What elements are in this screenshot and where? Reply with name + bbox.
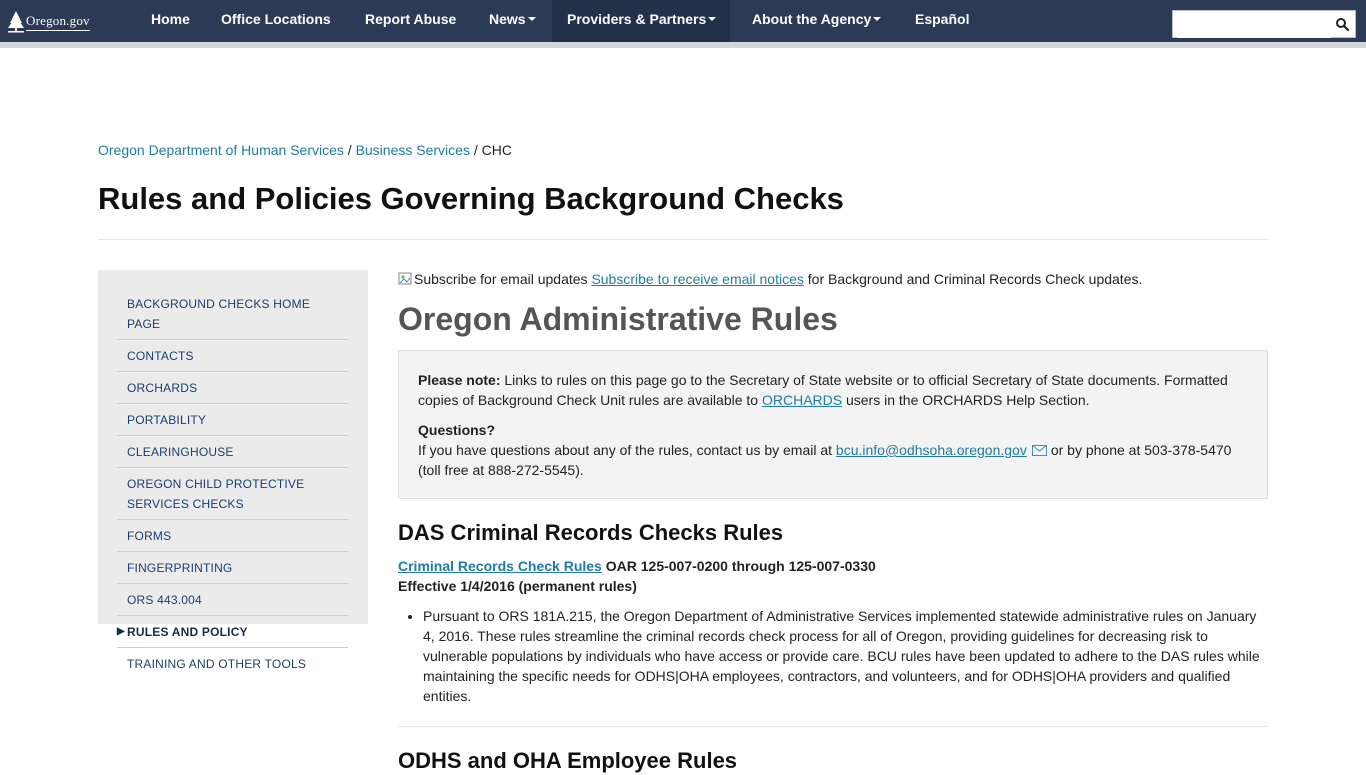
oar-heading: Oregon Administrative Rules: [398, 301, 838, 337]
das-effective-text: Effective 1/4/2016 (permanent rules): [398, 578, 637, 594]
questions-paragraph: Questions? If you have questions about an…: [418, 420, 1248, 480]
questions-label: Questions?: [418, 422, 496, 438]
breadcrumb-link-business-services[interactable]: Business Services: [356, 142, 470, 158]
current-page-arrow-icon: ▶: [117, 626, 125, 637]
nav-about-agency[interactable]: About the Agency: [752, 0, 882, 42]
subscribe-rest-text: for Background and Criminal Records Chec…: [803, 271, 1143, 287]
sidebar-item-portability: PORTABILITY: [117, 404, 348, 436]
subscribe-image: Subscribe for email updates: [398, 271, 588, 287]
sidebar-link-contacts[interactable]: CONTACTS: [117, 340, 348, 371]
sidebar-nav: BACKGROUND CHECKS HOME PAGE CONTACTS ORC…: [98, 270, 368, 671]
nav-report-abuse-label: Report Abuse: [365, 11, 457, 27]
sidebar-link-clearinghouse[interactable]: CLEARINGHOUSE: [117, 436, 348, 467]
das-bullet-list: Pursuant to ORS 181A.215, the Oregon Dep…: [398, 606, 1268, 706]
sidebar-link-child-protective-services[interactable]: OREGON CHILD PROTECTIVE SERVICES CHECKS: [117, 468, 348, 519]
nav-news-label: News: [489, 11, 526, 27]
breadcrumb-link-odhs[interactable]: Oregon Department of Human Services: [98, 142, 344, 158]
nav-office-locations[interactable]: Office Locations: [221, 0, 331, 42]
sidebar-item-clearinghouse: CLEARINGHOUSE: [117, 436, 348, 468]
nav-espanol-label: Español: [915, 11, 970, 27]
subscribe-line: Subscribe for email updates Subscribe to…: [398, 268, 1268, 290]
search-box: [1172, 10, 1356, 38]
chevron-down-icon: [873, 17, 882, 22]
sidebar-link-rules-and-policy-label: RULES AND POLICY: [127, 625, 248, 639]
das-heading: DAS Criminal Records Checks Rules: [398, 520, 784, 545]
sidebar-link-portability[interactable]: PORTABILITY: [117, 404, 348, 435]
nav-home-label: Home: [151, 11, 190, 27]
sidebar-item-training-tools: TRAINING AND OTHER TOOLS: [117, 648, 348, 679]
page-title: Rules and Policies Governing Background …: [98, 181, 844, 216]
sidebar-item-background-checks-home: BACKGROUND CHECKS HOME PAGE: [117, 288, 348, 340]
sidebar-link-forms[interactable]: FORMS: [117, 520, 348, 551]
oregon-gov-logo[interactable]: Oregon.gov: [8, 6, 90, 38]
search-input[interactable]: [1177, 12, 1331, 38]
nav-espanol[interactable]: Español: [915, 0, 969, 42]
das-bullet-item: Pursuant to ORS 181A.215, the Oregon Dep…: [423, 606, 1268, 706]
das-rule-info: Criminal Records Check Rules OAR 125-007…: [398, 556, 1268, 596]
note-paragraph: Please note: Links to rules on this page…: [418, 370, 1248, 410]
orchards-link[interactable]: ORCHARDS: [762, 392, 842, 408]
sidebar-link-ors-443-004[interactable]: ORS 443.004: [117, 584, 348, 615]
breadcrumb: Oregon Department of Human Services / Bu…: [98, 142, 512, 158]
sidebar-link-background-checks-home[interactable]: BACKGROUND CHECKS HOME PAGE: [117, 288, 348, 339]
nav-home[interactable]: Home: [151, 0, 190, 42]
breadcrumb-separator: /: [473, 142, 478, 158]
odhs-oha-employee-heading: ODHS and OHA Employee Rules: [398, 748, 738, 773]
questions-text: If you have questions about any of the r…: [418, 442, 836, 458]
title-divider: [98, 239, 1268, 240]
broken-image-icon: [398, 272, 412, 285]
nav-office-locations-label: Office Locations: [221, 11, 331, 27]
sidebar-list: BACKGROUND CHECKS HOME PAGE CONTACTS ORC…: [98, 270, 368, 679]
nav-providers-partners-label: Providers & Partners: [567, 11, 707, 27]
nav-news[interactable]: News: [489, 0, 536, 42]
top-navigation-bar: Oregon.gov Home Office Locations Report …: [0, 0, 1366, 48]
sidebar-link-orchards[interactable]: ORCHARDS: [117, 372, 348, 403]
breadcrumb-separator: /: [347, 142, 352, 158]
sidebar-item-orchards: ORCHARDS: [117, 372, 348, 404]
chevron-down-icon: [708, 17, 717, 22]
sidebar-link-rules-and-policy[interactable]: ▶ RULES AND POLICY: [117, 616, 348, 647]
breadcrumb-current: CHC: [481, 142, 512, 158]
sidebar-item-contacts: CONTACTS: [117, 340, 348, 372]
note-label: Please note:: [418, 372, 501, 388]
chevron-down-icon: [527, 17, 536, 22]
subscribe-image-alt: Subscribe for email updates: [414, 271, 588, 287]
sidebar-link-fingerprinting[interactable]: FINGERPRINTING: [117, 552, 348, 583]
section-divider: [398, 726, 1268, 727]
sidebar-item-fingerprinting: FINGERPRINTING: [117, 552, 348, 584]
logo-text: Oregon.gov: [26, 13, 90, 31]
envelope-icon: [1031, 444, 1047, 456]
nav-report-abuse[interactable]: Report Abuse: [365, 0, 456, 42]
das-oar-text: OAR 125-007-0200 through 125-007-0330: [601, 558, 876, 574]
sidebar-link-training-tools[interactable]: TRAINING AND OTHER TOOLS: [117, 648, 348, 679]
sidebar-item-child-protective-services: OREGON CHILD PROTECTIVE SERVICES CHECKS: [117, 468, 348, 520]
search-icon[interactable]: [1336, 18, 1349, 31]
sidebar-item-rules-and-policy: ▶ RULES AND POLICY: [117, 616, 348, 648]
criminal-records-check-rules-link[interactable]: Criminal Records Check Rules: [398, 558, 602, 574]
please-note-box: Please note: Links to rules on this page…: [398, 350, 1268, 499]
note-text-2: users in the ORCHARDS Help Section.: [842, 392, 1090, 408]
email-link[interactable]: bcu.info@odhsoha.oregon.gov: [836, 442, 1027, 458]
tree-logo-icon: [8, 11, 24, 33]
nav-about-agency-label: About the Agency: [752, 11, 872, 27]
sidebar-item-ors-443-004: ORS 443.004: [117, 584, 348, 616]
subscribe-link[interactable]: Subscribe to receive email notices: [591, 271, 803, 287]
sidebar-item-forms: FORMS: [117, 520, 348, 552]
main-content: Subscribe for email updates Subscribe to…: [398, 268, 1268, 775]
nav-providers-partners[interactable]: Providers & Partners: [552, 0, 731, 42]
